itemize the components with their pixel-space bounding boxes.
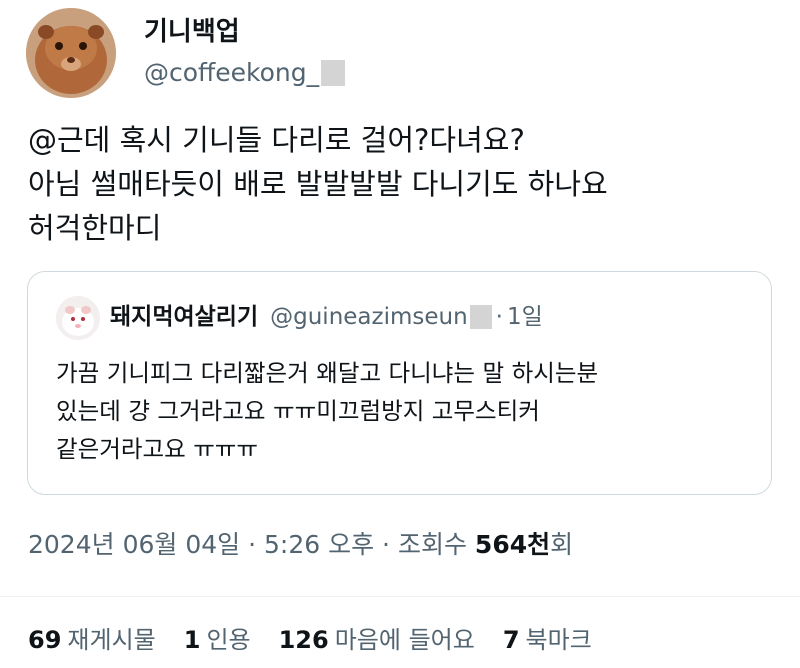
stat-label: 북마크 [525, 626, 592, 654]
stat-label: 마음에 들어요 [334, 626, 475, 654]
views-count: 564천 [474, 530, 551, 559]
divider [0, 596, 800, 597]
author-handle-row[interactable]: @coffeekong_ [144, 58, 346, 88]
stat-bookmarks[interactable]: 7 북마크 [503, 624, 592, 656]
tweet-body: @근데 혹시 기니들 다리로 걸어?다녀요? 아님 썰매타듯이 배로 발발발발 … [28, 118, 768, 250]
quote-body: 가끔 기니피그 다리짧은거 왜달고 다니냐는 말 하시는분 있는데 걍 그거라고… [56, 354, 756, 468]
tweet-text-line: 아님 썰매타듯이 배로 발발발발 다니기도 하나요 [28, 167, 608, 201]
tweet-metadata: 2024년 06월 04일 · 5:26 오후 · 조회수 564천회 [28, 528, 573, 562]
stat-count: 7 [502, 626, 520, 654]
stat-count: 1 [183, 626, 201, 654]
tweet-date[interactable]: 2024년 06월 04일 [28, 530, 240, 559]
stat-count: 126 [278, 626, 329, 654]
quote-text-line: 가끔 기니피그 다리짧은거 왜달고 다니냐는 말 하시는분 [56, 359, 599, 387]
engagement-stats: 69 재게시물 1 인용 126 마음에 들어요 7 북마크 [28, 624, 620, 656]
tweet-time[interactable]: 5:26 오후 [264, 530, 374, 559]
tweet-text-line: 허걱한마디 [28, 211, 162, 245]
stat-likes[interactable]: 126 마음에 들어요 [279, 624, 475, 656]
redaction-block [321, 60, 346, 86]
stat-count: 69 [28, 626, 62, 654]
quote-author-avatar[interactable] [56, 296, 100, 340]
separator-dot: · [248, 530, 257, 559]
quote-header: 돼지먹여살리기 @guineazimseun · 1일 [110, 302, 543, 332]
redaction-block [469, 305, 492, 329]
guinea-pig-avatar-icon [26, 8, 116, 98]
separator-dot: · [382, 530, 390, 559]
tweet-text-line: @근데 혹시 기니들 다리로 걸어?다녀요? [28, 123, 525, 157]
views-suffix: 회 [550, 530, 574, 559]
author-avatar[interactable] [26, 8, 116, 98]
stat-label: 재게시물 [67, 626, 156, 654]
author-handle: @coffeekong_ [144, 58, 320, 87]
views-label: 조회수 [397, 530, 467, 559]
guinea-pig-avatar-icon [56, 296, 100, 340]
stat-quotes[interactable]: 1 인용 [184, 624, 251, 656]
quote-timestamp[interactable]: 1일 [507, 302, 543, 332]
quote-text-line: 있는데 걍 그거라고요 ㅠㅠ미끄럼방지 고무스티커 [56, 397, 540, 425]
quoted-tweet[interactable]: 돼지먹여살리기 @guineazimseun · 1일 가끔 기니피그 다리짧은… [27, 271, 772, 495]
quote-author-name[interactable]: 돼지먹여살리기 [110, 302, 258, 332]
stat-label: 인용 [206, 626, 251, 654]
stat-reposts[interactable]: 69 재게시물 [28, 624, 156, 656]
quote-author-handle[interactable]: @guineazimseun [270, 302, 468, 332]
quote-text-line: 같은거라고요 ㅠㅠㅠ [56, 435, 259, 463]
author-display-name[interactable]: 기니백업 [144, 16, 240, 48]
separator-dot: · [495, 304, 503, 330]
